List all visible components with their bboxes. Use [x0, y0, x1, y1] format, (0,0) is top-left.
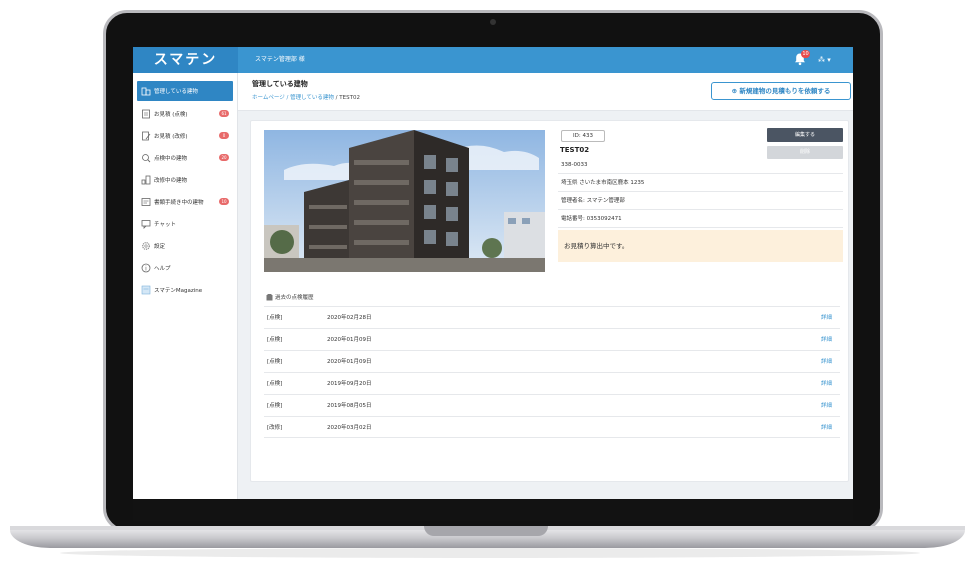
request-estimate-button[interactable]: ⊕ 新規建物の見積もりを依頼する	[711, 82, 851, 100]
history-type: [改修]	[267, 425, 283, 431]
page-title: 管理している建物	[252, 80, 308, 88]
notification-badge: 10	[801, 50, 810, 58]
building-id: ID: 433	[561, 130, 605, 142]
repair-icon	[140, 174, 151, 185]
document-edit-icon	[140, 130, 151, 141]
history-title: 過去の点検履歴	[266, 293, 314, 301]
history-date: 2019年08月05日	[327, 403, 372, 409]
top-bar: スマテン スマテン管理部 様 10 ⁂ ▾	[133, 47, 853, 73]
edit-button[interactable]: 編集する	[767, 128, 843, 142]
breadcrumb-current: TEST02	[339, 95, 360, 101]
sidebar-item-chat[interactable]: チャット	[137, 214, 233, 233]
history-detail-link[interactable]: 詳細	[821, 417, 832, 439]
sidebar-item-label: 書類手続き中の建物	[154, 199, 204, 206]
paperwork-icon	[140, 196, 151, 207]
history-detail-link[interactable]: 詳細	[821, 307, 832, 329]
history-row: [点検] 2019年09月20日 詳細	[264, 372, 840, 394]
laptop-notch	[424, 526, 548, 536]
breadcrumb-section[interactable]: 管理している建物	[290, 95, 334, 101]
svg-text:i: i	[145, 265, 147, 272]
sidebar-item-label: 点検中の建物	[154, 155, 188, 162]
history-date: 2020年02月28日	[327, 315, 372, 321]
history-type: [点検]	[267, 337, 283, 343]
building-icon	[140, 86, 151, 97]
sidebar-item-label: お見積 (改修)	[154, 133, 188, 140]
building-card: ID: 433 編集する 削除 TEST02 338-0033 埼玉県 さいたま…	[250, 120, 849, 482]
app-logo[interactable]: スマテン	[133, 47, 238, 73]
inspection-icon	[140, 152, 151, 163]
help-icon: i	[140, 262, 151, 273]
phone-number: 電話番号: 0353092471	[558, 210, 843, 228]
sidebar-item-label: 設定	[154, 243, 166, 250]
sidebar-item-magazine[interactable]: スマテンMagazine	[137, 280, 233, 299]
manager-name: 管理者名: スマテン管理部	[558, 192, 843, 210]
camera-icon	[490, 19, 496, 25]
sidebar-item-repairing[interactable]: 改修中の建物	[137, 170, 233, 189]
sidebar-item-estimate-inspection[interactable]: お見積 (点検) 61	[137, 104, 233, 123]
magazine-icon	[140, 284, 151, 295]
chat-icon	[140, 218, 151, 229]
sidebar-item-label: チャット	[154, 221, 176, 228]
sidebar-item-label: スマテンMagazine	[154, 287, 203, 294]
history-date: 2020年03月02日	[327, 425, 372, 431]
sidebar-badge: 20	[219, 154, 229, 161]
company-name: スマテン管理部 様	[255, 56, 305, 63]
laptop-shadow	[60, 548, 920, 558]
request-estimate-label: 新規建物の見積もりを依頼する	[739, 87, 831, 95]
history-row: [点検] 2020年01月09日 詳細	[264, 350, 840, 372]
sidebar-item-label: 改修中の建物	[154, 177, 188, 184]
history-type: [点検]	[267, 315, 283, 321]
sidebar-badge: 61	[219, 110, 229, 117]
history-icon	[266, 293, 273, 300]
building-photo	[264, 130, 545, 272]
user-menu[interactable]: ⁂ ▾	[818, 53, 831, 67]
sidebar-item-label: ヘルプ	[154, 265, 171, 272]
history-date: 2020年01月09日	[327, 337, 372, 343]
breadcrumb: ホームページ / 管理している建物 / TEST02	[252, 93, 360, 101]
laptop-mockup: スマテン スマテン管理部 様 10 ⁂ ▾ 管理している建物 お見積 (点検) …	[0, 0, 965, 567]
history-type: [点検]	[267, 403, 283, 409]
chevron-down-icon: ▾	[827, 56, 831, 64]
sidebar-item-estimate-repair[interactable]: お見積 (改修) 0	[137, 126, 233, 145]
history-detail-link[interactable]: 詳細	[821, 395, 832, 417]
sidebar-badge: 0	[219, 132, 229, 139]
gear-icon	[140, 240, 151, 251]
sidebar-item-paperwork[interactable]: 書類手続き中の建物 10	[137, 192, 233, 211]
sidebar-badge: 10	[219, 198, 229, 205]
estimate-status-notice: お見積り算出中です。	[558, 230, 843, 262]
sidebar-item-inspecting[interactable]: 点検中の建物 20	[137, 148, 233, 167]
main-content: 管理している建物 ホームページ / 管理している建物 / TEST02 ⊕ 新規…	[238, 73, 853, 499]
history-title-label: 過去の点検履歴	[275, 295, 314, 301]
history-type: [点検]	[267, 359, 283, 365]
history-row: [点検] 2019年08月05日 詳細	[264, 394, 840, 416]
app-screen: スマテン スマテン管理部 様 10 ⁂ ▾ 管理している建物 お見積 (点検) …	[133, 47, 853, 499]
history-row: [改修] 2020年03月02日 詳細	[264, 416, 840, 438]
address: 埼玉県 さいたま市南区鹿本 1235	[558, 174, 843, 192]
sidebar: 管理している建物 お見積 (点検) 61 お見積 (改修) 0 点検中の建物 2…	[133, 73, 238, 499]
document-icon	[140, 108, 151, 119]
postal-code: 338-0033	[558, 156, 843, 174]
history-row: [点検] 2020年01月09日 詳細	[264, 328, 840, 350]
sidebar-item-label: 管理している建物	[154, 89, 198, 95]
building-name: TEST02	[560, 146, 590, 154]
history-detail-link[interactable]: 詳細	[821, 373, 832, 395]
history-date: 2020年01月09日	[327, 359, 372, 365]
history-type: [点検]	[267, 381, 283, 387]
screen-bezel	[133, 499, 853, 521]
history-list: [点検] 2020年02月28日 詳細 [点検] 2020年01月09日 詳細 …	[264, 306, 840, 438]
breadcrumb-home[interactable]: ホームページ	[252, 95, 285, 101]
sidebar-item-help[interactable]: i ヘルプ	[137, 258, 233, 277]
page-header: 管理している建物 ホームページ / 管理している建物 / TEST02 ⊕ 新規…	[238, 73, 853, 111]
history-date: 2019年09月20日	[327, 381, 372, 387]
history-row: [点検] 2020年02月28日 詳細	[264, 306, 840, 328]
sidebar-item-label: お見積 (点検)	[154, 111, 188, 118]
history-detail-link[interactable]: 詳細	[821, 329, 832, 351]
user-icon: ⁂	[818, 56, 825, 64]
history-detail-link[interactable]: 詳細	[821, 351, 832, 373]
sidebar-item-buildings[interactable]: 管理している建物	[137, 81, 233, 101]
sidebar-item-settings[interactable]: 設定	[137, 236, 233, 255]
